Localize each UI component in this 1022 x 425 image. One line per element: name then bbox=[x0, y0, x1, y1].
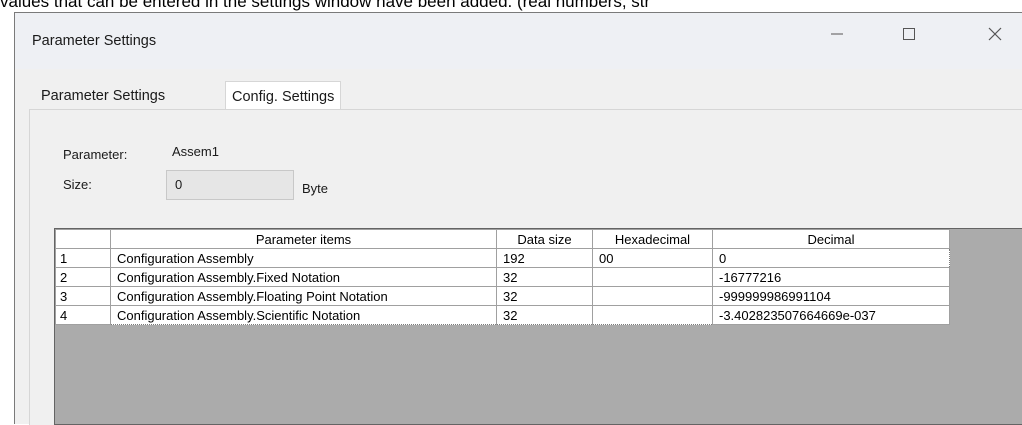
cell-decimal[interactable]: -3.402823507664669e-037 bbox=[712, 305, 950, 325]
parameter-value: Assem1 bbox=[172, 144, 219, 159]
title-bar: Parameter Settings bbox=[15, 13, 1022, 69]
cell-parameter-item: Configuration Assembly bbox=[110, 248, 497, 268]
minimize-icon bbox=[831, 33, 843, 35]
close-button[interactable] bbox=[977, 19, 1013, 49]
size-unit-label: Byte bbox=[302, 181, 329, 196]
size-field[interactable]: 0 bbox=[166, 170, 294, 200]
maximize-button[interactable] bbox=[891, 19, 927, 49]
background-caption-text: values that can be entered in the settin… bbox=[0, 0, 651, 11]
header-decimal[interactable]: Decimal bbox=[712, 229, 950, 249]
row-number: 4 bbox=[55, 305, 111, 325]
close-icon bbox=[988, 27, 1002, 41]
row-number: 1 bbox=[55, 248, 111, 268]
config-settings-panel: Parameter: Assem1 Size: 0 Byte Parameter… bbox=[29, 109, 1022, 425]
size-label: Size: bbox=[63, 177, 92, 192]
table-row[interactable]: 1 Configuration Assembly 192 00 0 bbox=[55, 248, 950, 268]
cell-data-size: 32 bbox=[496, 286, 593, 306]
header-data-size[interactable]: Data size bbox=[496, 229, 593, 249]
cell-parameter-item: Configuration Assembly.Fixed Notation bbox=[110, 267, 497, 287]
cell-decimal[interactable]: 0 bbox=[712, 248, 950, 268]
row-number: 3 bbox=[55, 286, 111, 306]
cell-data-size: 32 bbox=[496, 305, 593, 325]
cell-hexadecimal[interactable] bbox=[592, 305, 713, 325]
cell-hexadecimal[interactable] bbox=[592, 286, 713, 306]
tab-config-settings[interactable]: Config. Settings bbox=[225, 81, 342, 112]
window-title: Parameter Settings bbox=[32, 33, 157, 49]
header-parameter-items[interactable]: Parameter items bbox=[110, 229, 497, 249]
cell-data-size: 32 bbox=[496, 267, 593, 287]
parameter-table: Parameter items Data size Hexadecimal De… bbox=[55, 229, 950, 325]
cell-decimal[interactable]: -999999986991104 bbox=[712, 286, 950, 306]
cell-decimal[interactable]: -16777216 bbox=[712, 267, 950, 287]
table-header-row: Parameter items Data size Hexadecimal De… bbox=[55, 229, 950, 249]
cell-parameter-item: Configuration Assembly.Floating Point No… bbox=[110, 286, 497, 306]
tab-parameter-settings[interactable]: Parameter Settings bbox=[35, 81, 171, 111]
table-row[interactable]: 4 Configuration Assembly.Scientific Nota… bbox=[55, 305, 950, 325]
parameter-grid: Parameter items Data size Hexadecimal De… bbox=[54, 228, 1022, 425]
cell-hexadecimal[interactable] bbox=[592, 267, 713, 287]
maximize-icon bbox=[903, 28, 915, 40]
header-row-number bbox=[55, 229, 111, 249]
header-hexadecimal[interactable]: Hexadecimal bbox=[592, 229, 713, 249]
parameter-label: Parameter: bbox=[63, 147, 128, 162]
table-row[interactable]: 3 Configuration Assembly.Floating Point … bbox=[55, 286, 950, 306]
row-number: 2 bbox=[55, 267, 111, 287]
cell-data-size: 192 bbox=[496, 248, 593, 268]
parameter-settings-window: Parameter Settings Parameter Settings Co… bbox=[14, 12, 1022, 425]
cell-hexadecimal[interactable]: 00 bbox=[592, 248, 713, 268]
table-row[interactable]: 2 Configuration Assembly.Fixed Notation … bbox=[55, 267, 950, 287]
minimize-button[interactable] bbox=[819, 19, 855, 49]
cell-parameter-item: Configuration Assembly.Scientific Notati… bbox=[110, 305, 497, 325]
